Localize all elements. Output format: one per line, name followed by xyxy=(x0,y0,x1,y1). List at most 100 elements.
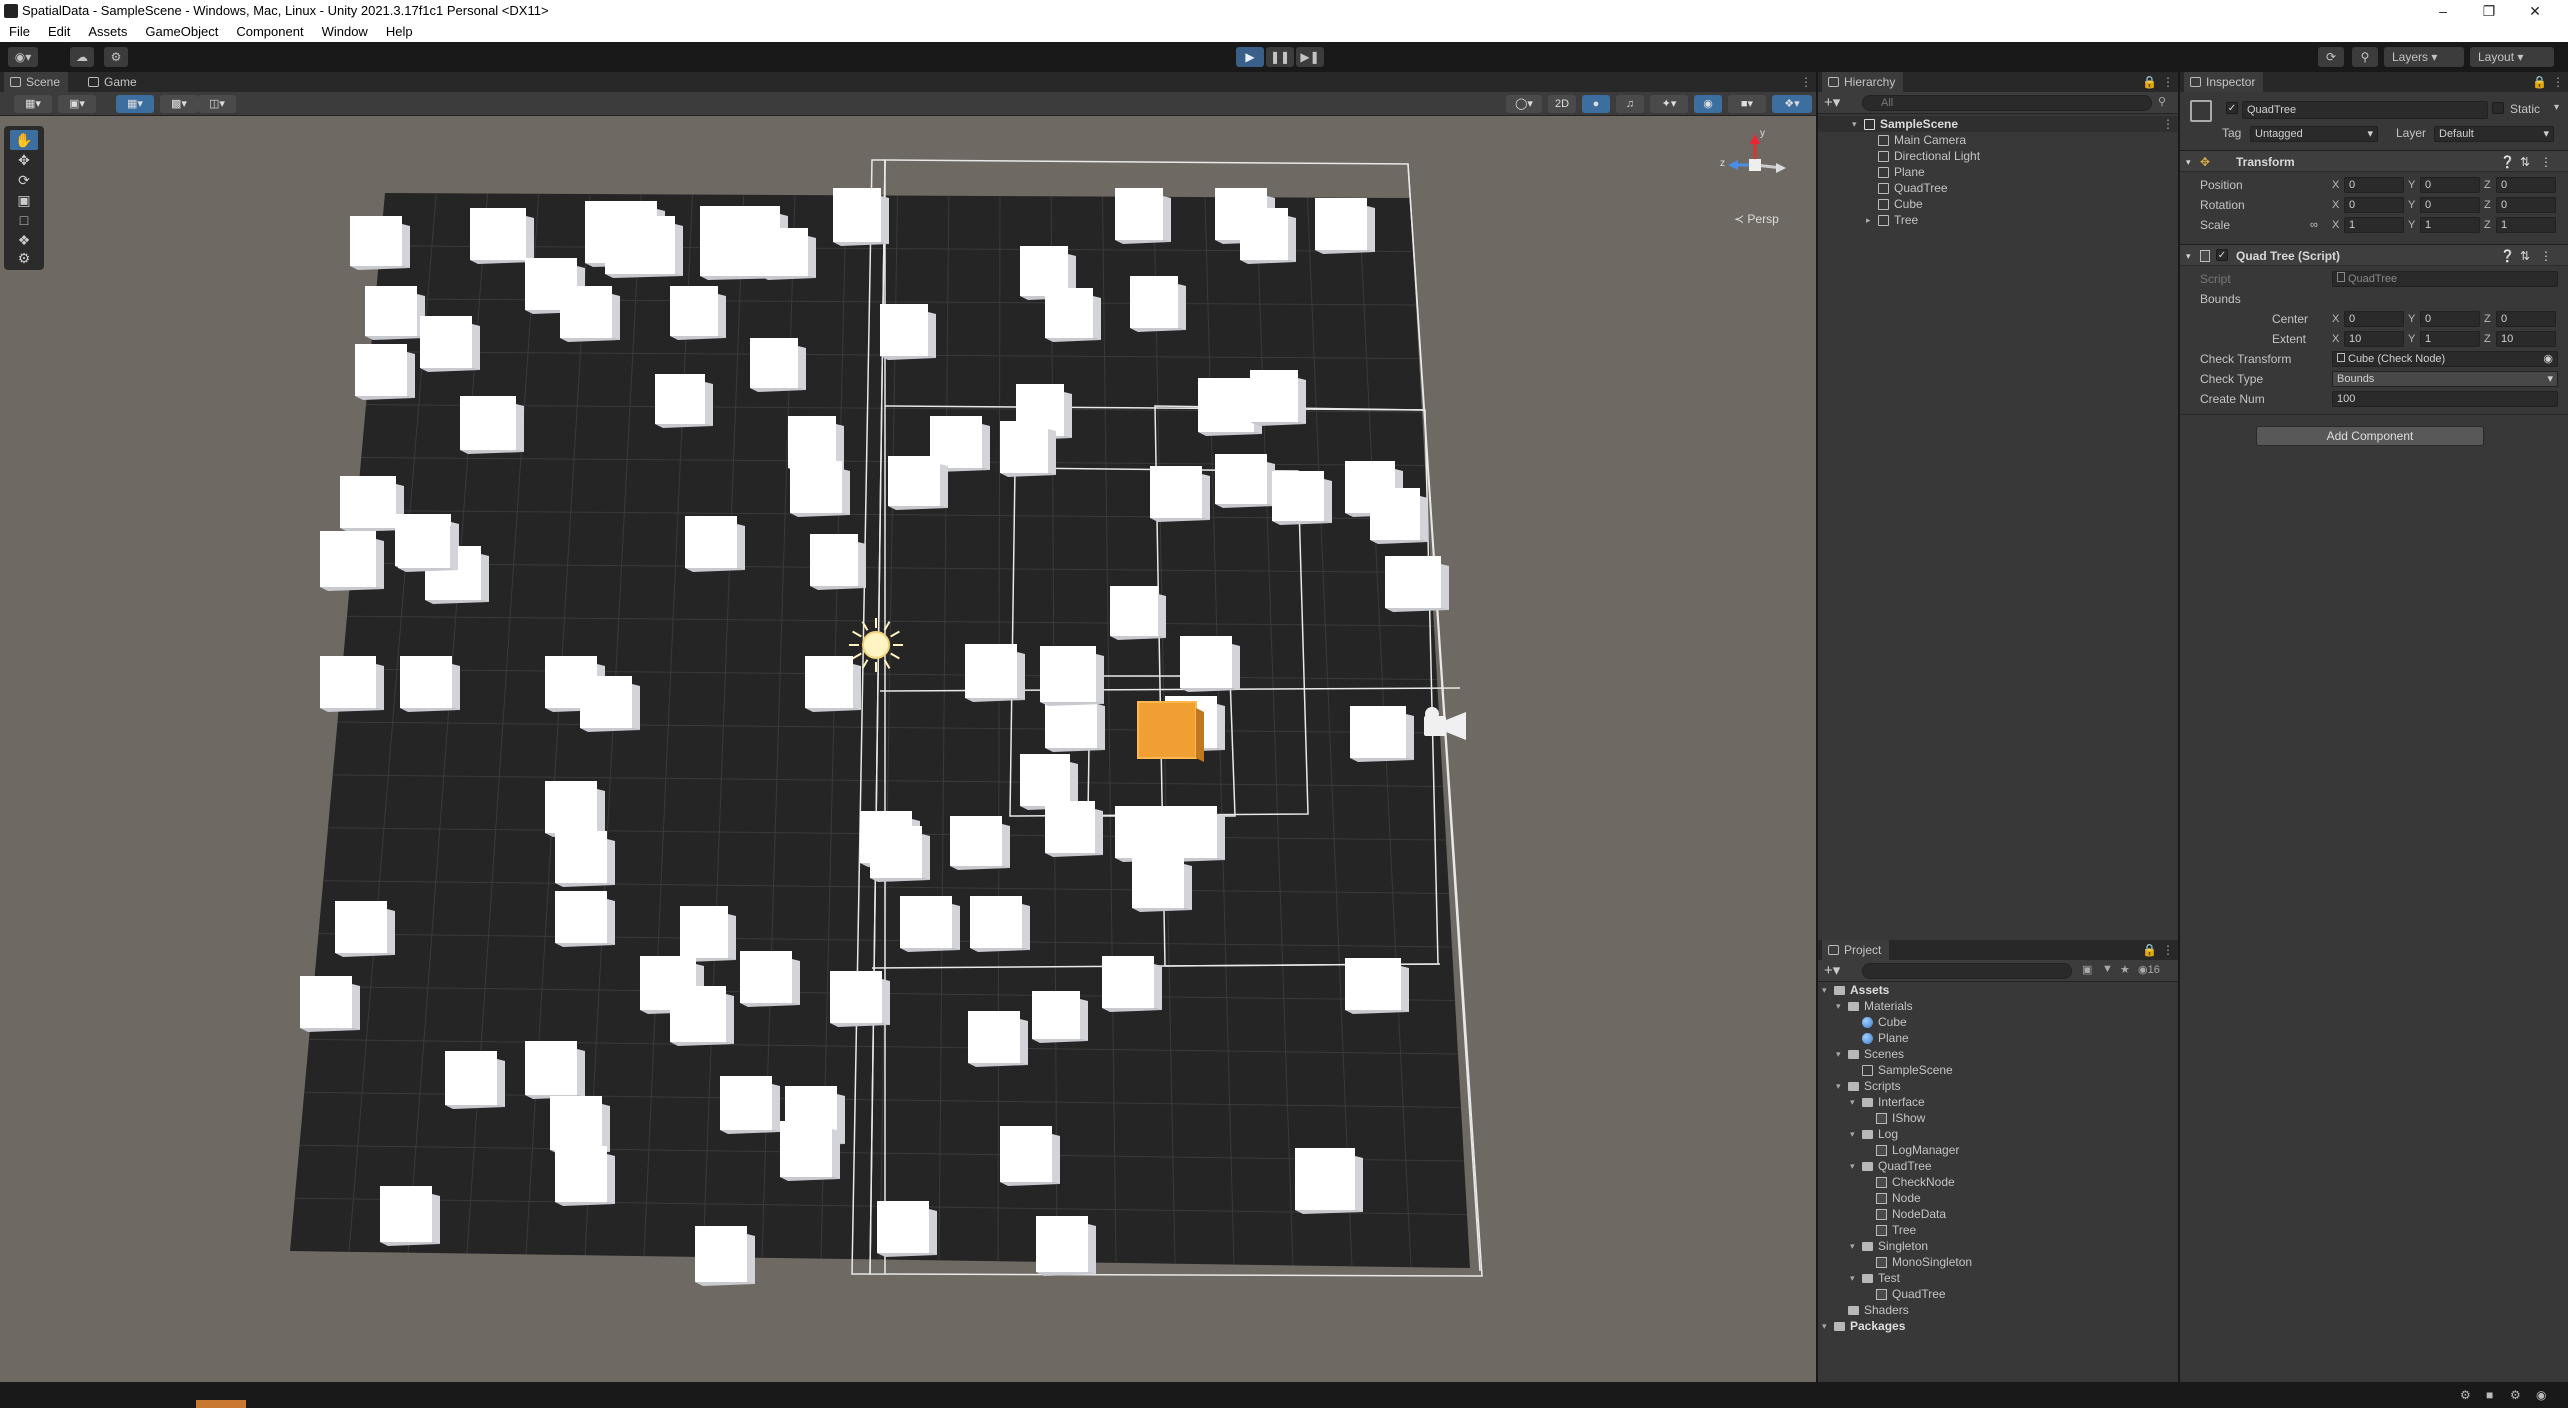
script-enabled-checkbox[interactable]: ✓ xyxy=(2216,249,2228,261)
axis-y-label[interactable]: Y xyxy=(2408,196,2415,214)
grid-snap-toggle[interactable]: ▦▾ xyxy=(116,95,154,113)
hierarchy-scene-row[interactable]: ▾ SampleScene ⋮ xyxy=(1818,116,2178,132)
constrain-proportions-icon[interactable]: ∞ xyxy=(2310,216,2318,234)
pause-button[interactable]: ❚❚ xyxy=(1266,47,1294,67)
scene-cube[interactable] xyxy=(350,216,410,270)
axis-z-label[interactable]: Z xyxy=(2484,176,2491,194)
scene-viewport[interactable]: ✋ ✥ ⟳ ▣ □ ❖ ⚙ y z ≺ Persp xyxy=(0,116,1816,1382)
scene-cube[interactable] xyxy=(970,896,1030,952)
hierarchy-item[interactable]: Directional Light xyxy=(1818,148,2178,164)
expand-arrow-icon[interactable]: ▾ xyxy=(1850,1126,1860,1142)
scene-cube[interactable] xyxy=(1132,856,1192,912)
project-tree-item[interactable]: ▾ Singleton xyxy=(1818,1238,2178,1254)
project-tree-item[interactable]: Shaders xyxy=(1818,1302,2178,1318)
project-tree-item[interactable]: QuadTree xyxy=(1818,1286,2178,1302)
mode-2d-toggle[interactable]: 2D xyxy=(1548,95,1576,113)
bug-icon[interactable]: ⚙ xyxy=(2460,1388,2471,1402)
account-icon[interactable]: ◉▾ xyxy=(8,47,38,67)
rect-tool-icon[interactable]: □ xyxy=(10,210,38,230)
render-mode-dropdown[interactable]: ▣▾ xyxy=(58,95,96,113)
scene-cube[interactable] xyxy=(555,1146,615,1206)
effects-dropdown[interactable]: ✦▾ xyxy=(1650,95,1688,113)
project-tree-item[interactable]: ▾ Interface xyxy=(1818,1094,2178,1110)
scene-more-icon[interactable]: ⋮ xyxy=(2162,116,2174,132)
scale-row-x-field[interactable]: 1 xyxy=(2344,217,2404,233)
hidden-packages-badge[interactable]: ◉16 xyxy=(2138,963,2160,976)
scene-cube[interactable] xyxy=(445,1051,505,1109)
transform-header[interactable]: ▾ ✥ Transform ❔ ⇅ ⋮ xyxy=(2180,150,2568,172)
expand-arrow-icon[interactable]: ▾ xyxy=(1822,1318,1832,1334)
project-tree-item[interactable]: Node xyxy=(1818,1190,2178,1206)
tab-scene[interactable]: Scene xyxy=(4,72,69,92)
scene-cube[interactable] xyxy=(400,656,460,712)
axis-x-label[interactable]: X xyxy=(2332,330,2339,348)
project-tree-item[interactable]: Cube xyxy=(1818,1014,2178,1030)
component-menu-icon[interactable]: ⋮ xyxy=(2540,151,2552,173)
expand-arrow-icon[interactable]: ▾ xyxy=(1822,982,1832,998)
audio-toggle[interactable]: ♫ xyxy=(1616,95,1644,113)
more-options-icon[interactable]: ⋮ xyxy=(2162,75,2174,89)
expand-arrow-icon[interactable]: ▾ xyxy=(1836,1046,1846,1062)
scene-cube[interactable] xyxy=(760,228,816,280)
scene-cube[interactable] xyxy=(1350,706,1414,762)
preset-icon[interactable]: ⇅ xyxy=(2520,151,2530,173)
menu-window[interactable]: Window xyxy=(313,22,377,42)
search-by-type-icon[interactable]: ▣ xyxy=(2082,963,2092,976)
scene-cube[interactable] xyxy=(580,676,640,732)
scene-cube[interactable] xyxy=(470,208,534,264)
scale-row-y-field[interactable]: 1 xyxy=(2420,217,2480,233)
cache-icon[interactable]: ■ xyxy=(2486,1388,2493,1402)
scene-cube[interactable] xyxy=(720,1076,780,1134)
hierarchy-item[interactable]: Cube xyxy=(1818,196,2178,212)
axis-x-label[interactable]: X xyxy=(2332,176,2339,194)
axis-x-label[interactable]: X xyxy=(2332,196,2339,214)
scene-cube[interactable] xyxy=(1272,471,1332,525)
scene-cube[interactable] xyxy=(320,531,384,591)
menu-assets[interactable]: Assets xyxy=(79,22,136,42)
scene-cube[interactable] xyxy=(398,518,458,572)
scene-cube[interactable] xyxy=(877,1201,937,1257)
scene-cube[interactable] xyxy=(1130,276,1186,332)
expand-arrow-icon[interactable]: ▾ xyxy=(1852,116,1862,132)
create-num-field[interactable]: 100 xyxy=(2332,391,2558,407)
scene-cube[interactable] xyxy=(790,461,850,517)
hierarchy-item[interactable]: QuadTree xyxy=(1818,180,2178,196)
more-options-icon[interactable]: ⋮ xyxy=(2552,75,2564,89)
scene-cube[interactable] xyxy=(335,901,395,957)
transform-tool-icon[interactable]: ❖ xyxy=(10,230,38,250)
scene-cube[interactable] xyxy=(355,344,415,400)
axis-y-label[interactable]: Y xyxy=(2408,216,2415,234)
scene-cube[interactable] xyxy=(1295,1148,1363,1214)
close-icon[interactable]: ✕ xyxy=(2512,0,2558,22)
rotate-tool-icon[interactable]: ⟳ xyxy=(10,170,38,190)
scene-gizmo[interactable]: y z xyxy=(1720,128,1790,200)
history-icon[interactable]: ⟳ xyxy=(2318,47,2344,67)
scene-cube[interactable] xyxy=(1045,288,1101,342)
scene-cube[interactable] xyxy=(1215,454,1275,508)
scene-cube[interactable] xyxy=(1165,806,1225,862)
minimize-icon[interactable]: – xyxy=(2420,0,2466,22)
scene-cube[interactable] xyxy=(1036,1216,1096,1276)
hierarchy-item[interactable]: Main Camera xyxy=(1818,132,2178,148)
scene-cube[interactable] xyxy=(525,1041,585,1099)
hierarchy-item[interactable]: Plane xyxy=(1818,164,2178,180)
scene-cube[interactable] xyxy=(550,1096,610,1154)
project-tree-item[interactable]: ▾ Test xyxy=(1818,1270,2178,1286)
axis-y-label[interactable]: Y xyxy=(2408,176,2415,194)
scene-cube[interactable] xyxy=(1045,801,1103,857)
expand-arrow-icon[interactable]: ▾ xyxy=(1850,1238,1860,1254)
search-by-label-icon[interactable]: ▼ xyxy=(2102,963,2113,975)
extent-row-z-field[interactable]: 10 xyxy=(2496,331,2556,347)
scene-cube[interactable] xyxy=(655,374,713,428)
create-icon[interactable]: +▾ xyxy=(1824,961,1840,979)
check-type-dropdown[interactable]: Bounds ▾ xyxy=(2332,371,2558,387)
orbit-dropdown[interactable]: ◯▾ xyxy=(1506,95,1542,113)
hierarchy-search-input[interactable]: All xyxy=(1862,95,2152,111)
project-tree-item[interactable]: ▾ QuadTree xyxy=(1818,1158,2178,1174)
scene-cube[interactable] xyxy=(1000,1126,1060,1186)
scene-cube[interactable] xyxy=(380,1186,440,1246)
project-tree-item[interactable]: NodeData xyxy=(1818,1206,2178,1222)
project-tree-item[interactable]: LogManager xyxy=(1818,1142,2178,1158)
axis-z-label[interactable]: Z xyxy=(2484,196,2491,214)
axis-y-label[interactable]: Y xyxy=(2408,310,2415,328)
